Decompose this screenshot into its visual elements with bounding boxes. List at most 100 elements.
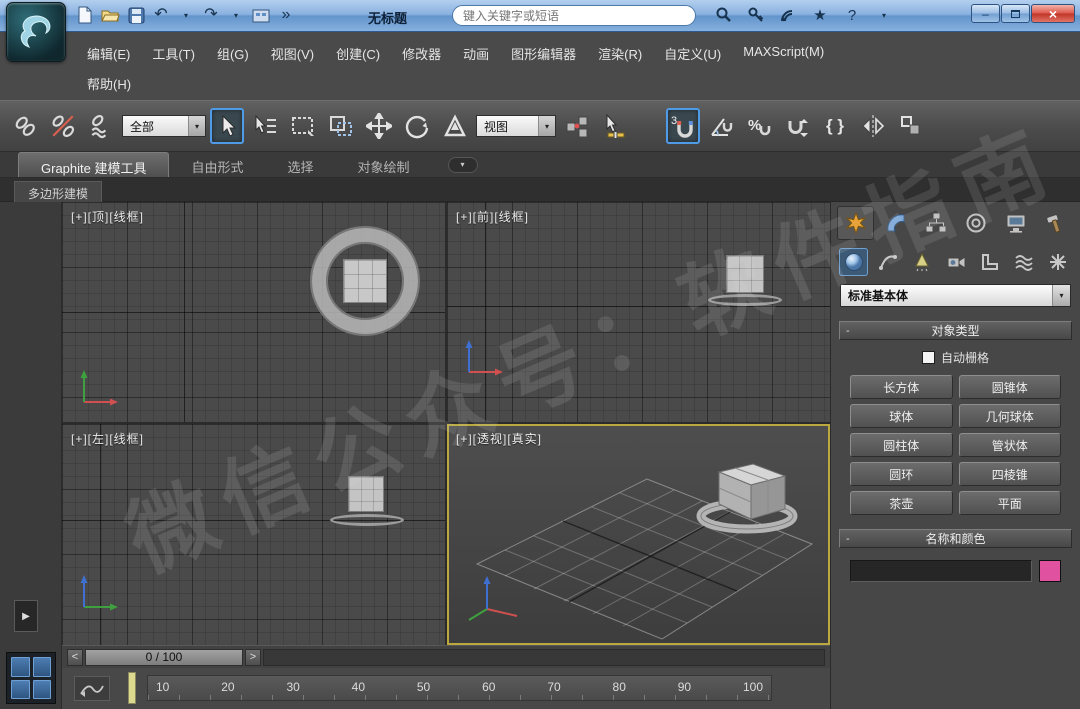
help-button[interactable]: ? — [840, 4, 864, 26]
menu-edit[interactable]: 编辑(E) — [76, 40, 141, 67]
select-and-move-icon[interactable] — [362, 108, 396, 144]
category-systems[interactable] — [1043, 248, 1072, 276]
menu-customize[interactable]: 自定义(U) — [653, 40, 732, 67]
cylinder-button[interactable]: 圆柱体 — [850, 433, 953, 457]
tab-utilities[interactable] — [1037, 206, 1074, 240]
selection-filter-dropdown[interactable]: 全部 ▾ — [122, 115, 206, 137]
help-dropdown[interactable]: ▾ — [872, 4, 896, 26]
new-scene-button[interactable] — [74, 3, 96, 27]
unlink-selection-icon[interactable] — [46, 108, 80, 144]
window-crossing-toggle-icon[interactable] — [324, 108, 358, 144]
ribbon-tab-selection[interactable]: 选择 — [266, 152, 336, 177]
autogrid-checkbox[interactable] — [921, 351, 935, 364]
select-object-button[interactable] — [210, 108, 244, 144]
ribbon-tab-object-paint[interactable]: 对象绘制 — [336, 152, 432, 177]
ribbon-tab-graphite[interactable]: Graphite 建模工具 — [18, 152, 170, 177]
previous-frame-button[interactable]: < — [67, 648, 83, 666]
time-slider-track[interactable] — [263, 648, 825, 666]
rectangular-selection-region-icon[interactable] — [286, 108, 320, 144]
pyramid-button[interactable]: 四棱锥 — [958, 462, 1061, 486]
select-and-link-icon[interactable] — [8, 108, 42, 144]
object-type-rollout-header[interactable]: - 对象类型 — [839, 321, 1072, 340]
spinner-snap-toggle-icon[interactable] — [780, 108, 814, 144]
tab-display[interactable] — [997, 206, 1034, 240]
select-by-name-icon[interactable] — [248, 108, 282, 144]
bind-to-spacewarp-icon[interactable] — [84, 108, 118, 144]
viewport-perspective-label[interactable]: [+][透视][真实] — [456, 430, 542, 447]
mirror-icon[interactable] — [856, 108, 890, 144]
dock-flyout-button[interactable]: ▶ — [14, 600, 38, 632]
subscription-key-icon[interactable] — [744, 4, 768, 26]
angle-snap-toggle-icon[interactable] — [704, 108, 738, 144]
cone-button[interactable]: 圆锥体 — [958, 375, 1061, 399]
redo-dropdown[interactable]: ▾ — [225, 3, 247, 27]
viewport-perspective-active[interactable]: [+][透视][真实] — [447, 424, 830, 645]
select-and-rotate-icon[interactable] — [400, 108, 434, 144]
sphere-button[interactable]: 球体 — [850, 404, 953, 428]
menu-create[interactable]: 创建(C) — [325, 40, 391, 67]
box-button[interactable]: 长方体 — [850, 375, 953, 399]
search-input[interactable] — [463, 8, 685, 23]
object-name-input[interactable] — [850, 560, 1032, 582]
minimize-button[interactable]: – — [971, 4, 1000, 23]
align-icon[interactable] — [894, 108, 928, 144]
layout-cell[interactable] — [32, 679, 51, 699]
application-menu-button[interactable] — [6, 2, 66, 62]
viewport-top[interactable]: [+][顶][线框] — [62, 202, 445, 422]
snaps-toggle-3d-button[interactable]: 3 — [666, 108, 700, 144]
layout-cell[interactable] — [11, 679, 30, 699]
favorites-button[interactable]: ★ — [808, 4, 832, 26]
category-lights[interactable] — [907, 248, 936, 276]
viewport-left[interactable]: [+][左][线框] — [62, 424, 445, 645]
project-folder-button[interactable] — [250, 3, 272, 27]
viewport-layout-tabs[interactable] — [6, 652, 56, 704]
tab-hierarchy[interactable] — [917, 206, 954, 240]
category-shapes[interactable] — [873, 248, 902, 276]
tab-create[interactable] — [837, 206, 874, 240]
redo-button[interactable]: ↷ — [200, 3, 222, 27]
category-cameras[interactable] — [941, 248, 970, 276]
communication-center-icon[interactable] — [776, 4, 800, 26]
search-go-button[interactable] — [712, 4, 736, 26]
viewport-front-label[interactable]: [+][前][线框] — [456, 208, 529, 225]
viewport-front[interactable]: [+][前][线框] — [447, 202, 830, 422]
undo-dropdown[interactable]: ▾ — [175, 3, 197, 27]
save-file-button[interactable] — [125, 3, 147, 27]
edit-named-selection-sets-icon[interactable]: { } — [818, 108, 852, 144]
category-spacewarps[interactable] — [1009, 248, 1038, 276]
select-and-manipulate-icon[interactable] — [598, 108, 632, 144]
use-pivot-center-icon[interactable] — [560, 108, 594, 144]
layout-cell[interactable] — [32, 657, 51, 677]
menu-maxscript[interactable]: MAXScript(M) — [732, 40, 835, 67]
menu-group[interactable]: 组(G) — [206, 40, 260, 67]
viewport-top-label[interactable]: [+][顶][线框] — [71, 208, 144, 225]
close-button[interactable]: × — [1031, 4, 1075, 23]
mini-curve-editor-button[interactable] — [74, 676, 110, 701]
select-and-scale-icon[interactable] — [438, 108, 472, 144]
torus-button[interactable]: 圆环 — [850, 462, 953, 486]
category-geometry[interactable] — [839, 248, 868, 276]
menu-modifiers[interactable]: 修改器 — [391, 40, 452, 67]
menu-help[interactable]: 帮助(H) — [76, 70, 142, 97]
next-frame-button[interactable]: > — [245, 648, 261, 666]
tube-button[interactable]: 管状体 — [958, 433, 1061, 457]
plane-button[interactable]: 平面 — [958, 491, 1061, 515]
maximize-button[interactable] — [1001, 4, 1030, 23]
geosphere-button[interactable]: 几何球体 — [958, 404, 1061, 428]
undo-button[interactable]: ↶ — [150, 3, 172, 27]
menu-rendering[interactable]: 渲染(R) — [587, 40, 653, 67]
primitive-category-dropdown[interactable]: 标准基本体 ▾ — [840, 284, 1071, 307]
ribbon-minimize-button[interactable]: ▾ — [447, 156, 478, 173]
menu-graph-editors[interactable]: 图形编辑器 — [500, 40, 587, 67]
reference-coordinate-dropdown[interactable]: 视图 ▾ — [476, 115, 556, 137]
layout-cell[interactable] — [11, 657, 30, 677]
menu-tools[interactable]: 工具(T) — [141, 40, 206, 67]
tab-motion[interactable] — [957, 206, 994, 240]
object-color-swatch[interactable] — [1039, 560, 1061, 582]
tab-modify[interactable] — [877, 206, 914, 240]
percent-snap-toggle-icon[interactable]: % — [742, 108, 776, 144]
menu-views[interactable]: 视图(V) — [260, 40, 325, 67]
open-file-button[interactable] — [99, 3, 122, 27]
current-frame-marker[interactable] — [128, 672, 136, 704]
track-bar-ruler[interactable]: 10 20 30 40 50 60 70 80 90 100 — [147, 675, 772, 701]
